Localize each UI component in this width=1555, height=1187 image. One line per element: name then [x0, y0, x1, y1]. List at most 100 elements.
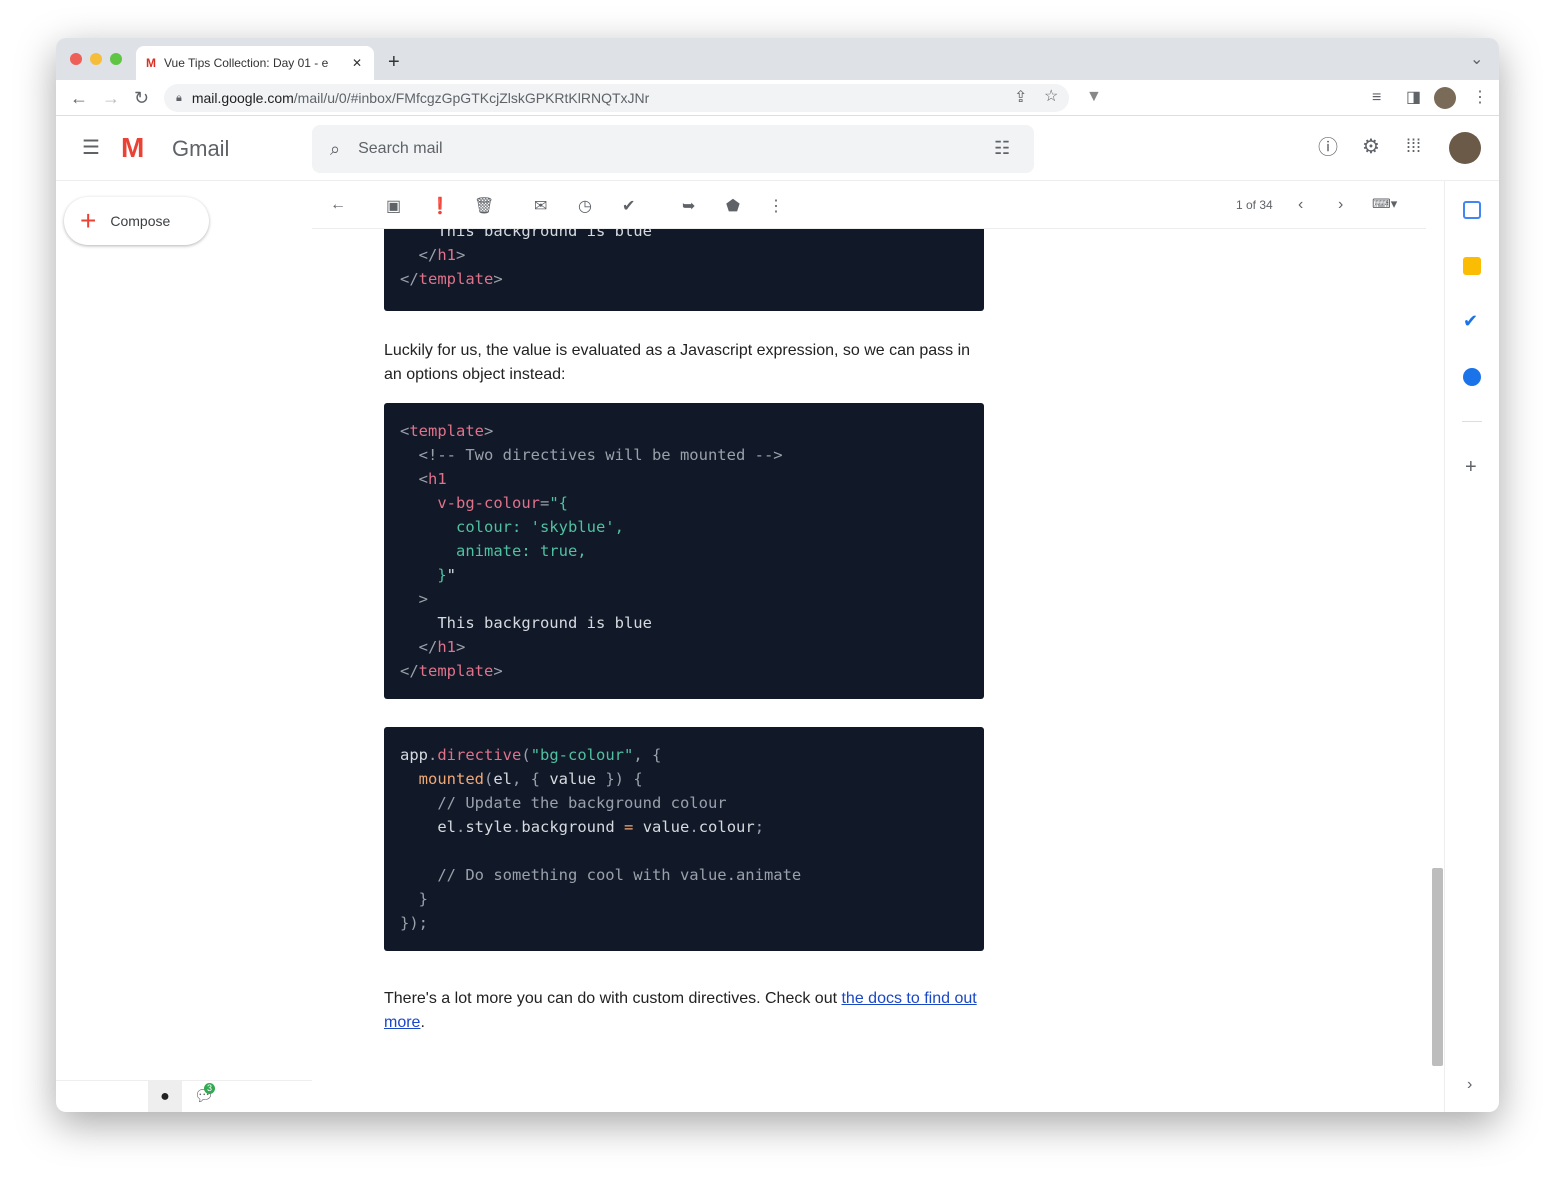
- code-token: </: [400, 638, 438, 656]
- close-tab-icon[interactable]: ✕: [352, 56, 374, 70]
- mark-unread-icon[interactable]: ✉: [534, 196, 547, 216]
- older-icon[interactable]: ›: [1338, 196, 1343, 214]
- settings-gear-icon[interactable]: ⚙: [1362, 137, 1380, 157]
- tab-search-chevron-icon[interactable]: ⌄: [1470, 52, 1483, 68]
- archive-icon[interactable]: ▣: [386, 196, 401, 216]
- code-token: template: [418, 270, 494, 288]
- code-line: </template>: [400, 659, 968, 683]
- search-options-icon[interactable]: ☷: [994, 139, 1010, 157]
- browser-tab[interactable]: M Vue Tips Collection: Day 01 - e ✕: [136, 46, 374, 80]
- url-field[interactable]: 🔒︎ mail.google.com/mail/u/0/#inbox/FMfcg…: [164, 84, 1069, 112]
- scrollbar-thumb[interactable]: [1432, 868, 1443, 1066]
- code-token: }: [400, 890, 428, 908]
- bookmark-star-icon[interactable]: ☆: [1044, 89, 1058, 105]
- side-panel: ✔ + ›: [1444, 181, 1499, 1112]
- code-line: </h1>: [400, 635, 968, 659]
- code-line: app.directive("bg-colour", {: [400, 743, 968, 767]
- input-tools-icon[interactable]: ⌨▾: [1372, 196, 1397, 212]
- code-token: app: [400, 746, 428, 764]
- code-token: // Do something cool with value.animate: [400, 866, 802, 884]
- code-line: <template>: [400, 419, 968, 443]
- side-panel-icon[interactable]: ◨: [1406, 90, 1421, 106]
- google-apps-icon[interactable]: ⁞⁞⁞: [1406, 137, 1421, 155]
- url-path: /mail/u/0/#inbox/FMfcgzGpGTKcjZlskGPKRtK…: [293, 90, 650, 106]
- email-toolbar: ← ▣ ❗ 🗑︎ ✉ ◷ ✔ ➥ ⬟ ⋮ 1 of 34 ‹ › ⌨▾: [312, 181, 1426, 229]
- snooze-icon[interactable]: ◷: [578, 196, 592, 216]
- code-token: colour: [698, 818, 755, 836]
- main-menu-icon[interactable]: ☰: [82, 138, 100, 158]
- contacts-icon[interactable]: [1463, 368, 1481, 386]
- code-token: template: [418, 662, 494, 680]
- get-addons-icon[interactable]: +: [1465, 457, 1477, 477]
- delete-icon[interactable]: 🗑︎: [474, 196, 494, 216]
- support-icon[interactable]: ⓘ: [1318, 138, 1338, 158]
- hangouts-bar: ● 💬︎ 3: [56, 1080, 312, 1112]
- minimize-window-button[interactable]: [90, 53, 102, 65]
- compose-button[interactable]: + Compose: [64, 197, 209, 245]
- contacts-person-icon[interactable]: ●: [148, 1081, 182, 1112]
- code-token: =: [614, 818, 643, 836]
- code-token: template: [409, 422, 484, 440]
- reading-list-icon[interactable]: ≡: [1372, 90, 1381, 106]
- back-icon[interactable]: ←: [70, 89, 88, 107]
- gmail-logo-text[interactable]: Gmail: [172, 138, 229, 160]
- code-token: >: [493, 270, 503, 288]
- reload-icon[interactable]: ↻: [134, 89, 149, 107]
- code-line: <h1: [400, 467, 968, 491]
- report-spam-icon[interactable]: ❗: [430, 196, 450, 216]
- code-token: background: [521, 818, 615, 836]
- newer-icon[interactable]: ‹: [1298, 196, 1303, 214]
- code-token: .: [456, 818, 466, 836]
- code-token: v-bg-colour: [400, 494, 540, 512]
- code-token: .: [689, 818, 699, 836]
- code-line: v-bg-colour="{: [400, 491, 968, 515]
- lock-icon: 🔒︎: [176, 91, 182, 104]
- tasks-icon[interactable]: ✔: [1463, 312, 1478, 330]
- code-token: , {: [633, 746, 662, 764]
- pagination-text: 1 of 34: [1236, 198, 1273, 212]
- code-token: </: [400, 270, 419, 288]
- code-token: h1: [428, 470, 447, 488]
- close-window-button[interactable]: [70, 53, 82, 65]
- code-block-template-end: This background is blue </h1> </template>: [384, 229, 984, 311]
- maximize-window-button[interactable]: [110, 53, 122, 65]
- hide-side-panel-icon[interactable]: ›: [1467, 1077, 1472, 1093]
- calendar-icon[interactable]: [1463, 201, 1481, 219]
- add-to-tasks-icon[interactable]: ✔: [622, 196, 635, 216]
- keep-icon[interactable]: [1463, 257, 1481, 275]
- account-avatar[interactable]: [1449, 132, 1481, 164]
- browser-window: M Vue Tips Collection: Day 01 - e ✕ + ⌄ …: [56, 38, 1499, 1112]
- code-token: >: [493, 662, 503, 680]
- more-options-icon[interactable]: ⋮: [768, 196, 784, 216]
- code-line: </h1>: [400, 243, 968, 267]
- code-token: h1: [437, 246, 456, 264]
- code-token: This background is blue: [437, 229, 652, 240]
- forward-icon[interactable]: →: [102, 89, 120, 107]
- chat-badge: 3: [204, 1083, 216, 1094]
- code-token: });: [400, 914, 428, 932]
- browser-menu-icon[interactable]: ⋮: [1472, 90, 1488, 106]
- code-line: This background is blue: [400, 611, 968, 635]
- code-line: This background is blue: [400, 229, 968, 243]
- code-token: , {: [512, 770, 550, 788]
- back-to-inbox-icon[interactable]: ←: [330, 196, 346, 214]
- code-token: el: [400, 818, 456, 836]
- code-token: (: [521, 746, 531, 764]
- tab-title: Vue Tips Collection: Day 01 - e: [164, 56, 329, 70]
- new-tab-icon[interactable]: +: [388, 52, 400, 72]
- code-token: >: [484, 422, 494, 440]
- search-mail-input[interactable]: ⌕ Search mail ☷: [312, 125, 1034, 173]
- profile-avatar[interactable]: [1434, 87, 1456, 109]
- code-line: }: [400, 887, 968, 911]
- vue-extension-icon[interactable]: ▼: [1086, 89, 1102, 105]
- move-to-icon[interactable]: ➥: [682, 196, 695, 216]
- code-token: animate: true,: [400, 542, 587, 560]
- code-token: style: [465, 818, 513, 836]
- share-icon[interactable]: ⇪: [1014, 90, 1027, 106]
- label-icon[interactable]: ⬟: [726, 196, 740, 216]
- url-host: mail.google.com: [191, 90, 294, 106]
- code-line: <!-- Two directives will be mounted -->: [400, 443, 968, 467]
